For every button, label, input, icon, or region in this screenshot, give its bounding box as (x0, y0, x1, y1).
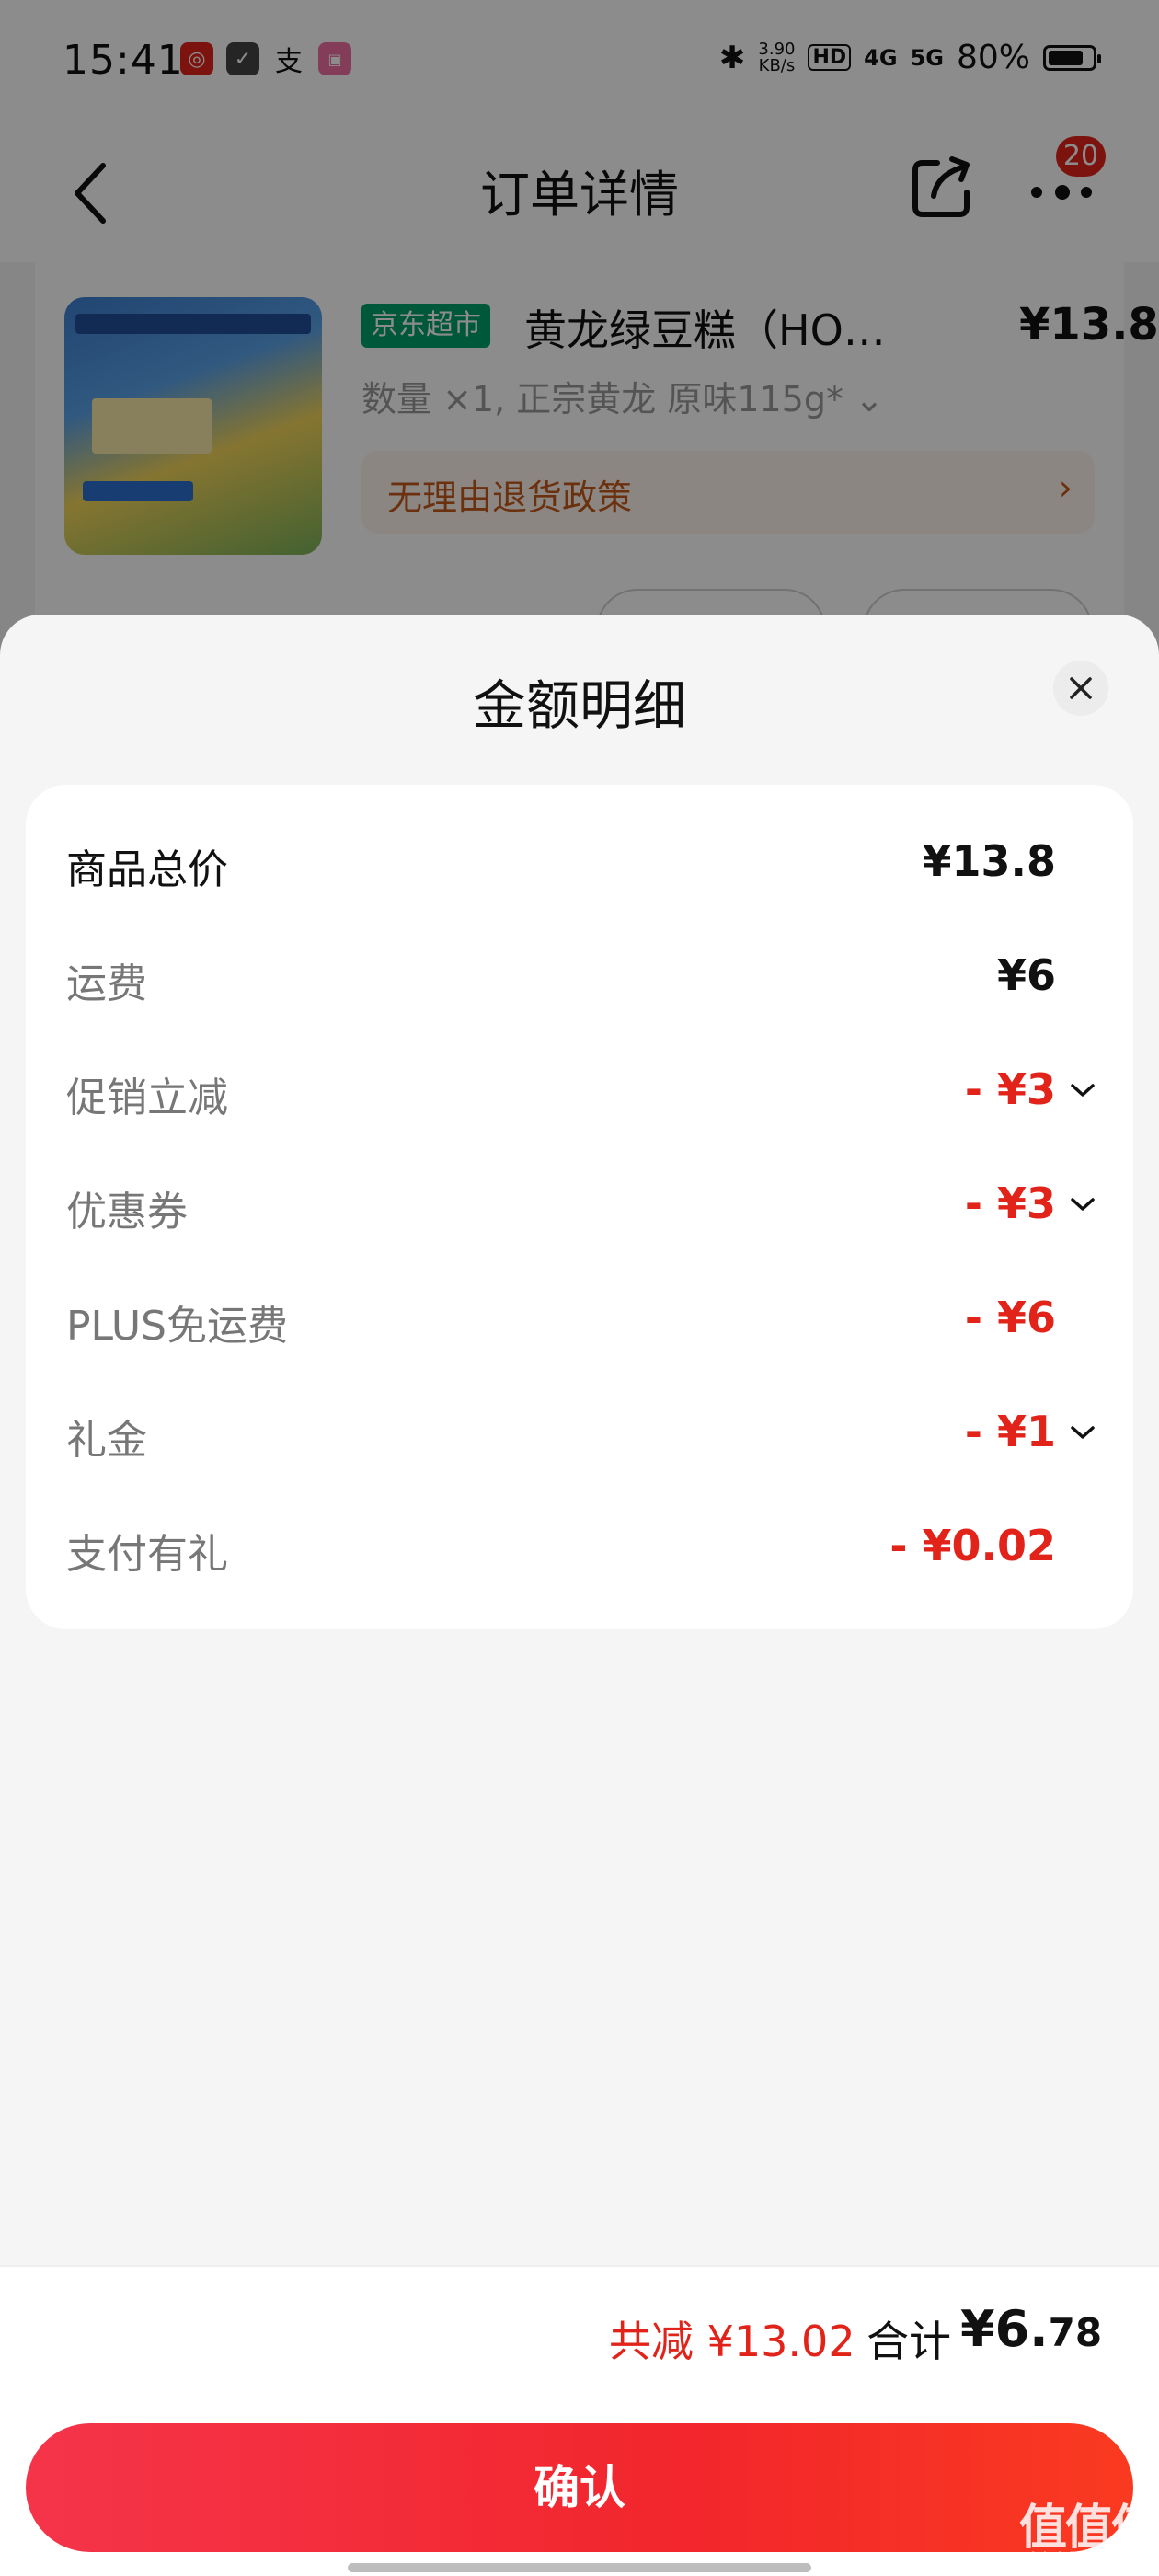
reduction-value: ¥13.02 (706, 2317, 855, 2366)
detail-row-coupon[interactable]: 优惠券 - ¥3 (26, 1156, 1133, 1248)
total-label: 合计 (866, 2317, 951, 2366)
chevron-down-icon[interactable] (1069, 1195, 1096, 1213)
watermark-url: zhizhizhi.com (1021, 2548, 1146, 2570)
reduction-label: 共减 (609, 2317, 694, 2366)
sheet-title: 金额明细 (472, 674, 686, 737)
total-amount-decimal: 78 (1048, 2310, 1103, 2355)
checkout-footer: 共减 ¥13.02 合计 ¥6.78 确认 (0, 2265, 1159, 2576)
row-label: PLUS免运费 (66, 1303, 288, 1350)
row-value: ¥13.8 (922, 836, 1056, 886)
watermark-logo: 值值值 (1019, 2501, 1159, 2556)
amount-detail-card: 商品总价 ¥13.8 运费 ¥6 促销立减 - ¥3 优惠券 - ¥3 PLUS… (26, 785, 1133, 1629)
row-label: 促销立减 (66, 1075, 228, 1121)
chevron-down-icon[interactable] (1069, 1081, 1096, 1099)
row-label: 支付有礼 (66, 1531, 228, 1578)
total-amount: ¥6.78 (960, 2300, 1102, 2358)
row-value: - ¥1 (964, 1407, 1056, 1456)
row-label: 礼金 (66, 1417, 147, 1464)
row-value: ¥6 (996, 950, 1056, 1000)
row-value: - ¥3 (964, 1179, 1056, 1228)
chevron-down-icon[interactable] (1069, 1423, 1096, 1442)
close-icon[interactable] (1053, 661, 1108, 716)
total-amount-main: ¥6. (960, 2300, 1049, 2358)
row-value: - ¥6 (964, 1293, 1056, 1342)
confirm-button[interactable]: 确认 (26, 2423, 1133, 2552)
row-label: 商品总价 (66, 846, 228, 893)
total-reduction: 共减 ¥13.02 (609, 2308, 855, 2369)
detail-row-gift-money[interactable]: 礼金 - ¥1 (26, 1385, 1133, 1477)
row-value: - ¥0.02 (889, 1521, 1056, 1570)
detail-row-plus-shipping: PLUS免运费 - ¥6 (26, 1271, 1133, 1363)
detail-row-shipping: 运费 ¥6 (26, 928, 1133, 1020)
detail-row-promotion[interactable]: 促销立减 - ¥3 (26, 1042, 1133, 1134)
detail-row-subtotal: 商品总价 ¥13.8 (26, 814, 1133, 906)
home-indicator[interactable] (348, 2563, 811, 2572)
row-label: 优惠券 (66, 1189, 188, 1236)
row-value: - ¥3 (964, 1064, 1056, 1114)
detail-row-payment-gift: 支付有礼 - ¥0.02 (26, 1499, 1133, 1591)
row-label: 运费 (66, 960, 147, 1007)
